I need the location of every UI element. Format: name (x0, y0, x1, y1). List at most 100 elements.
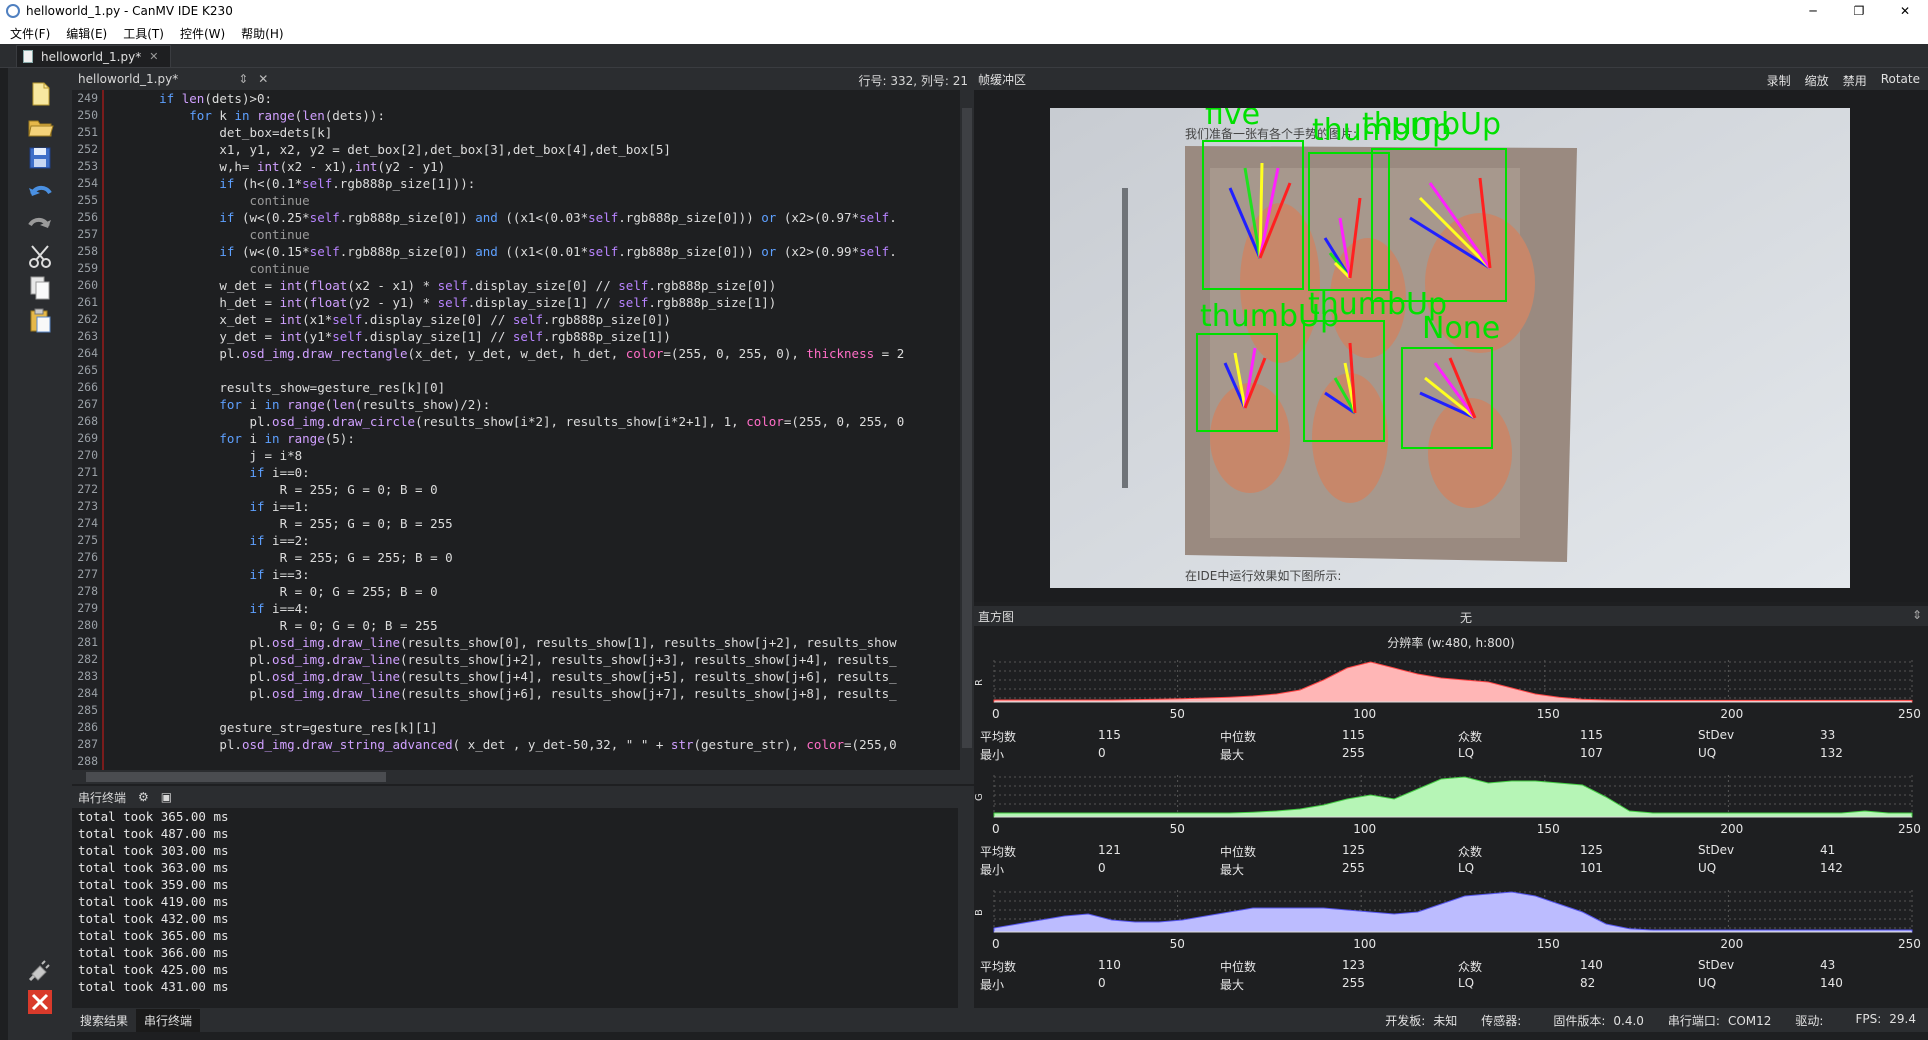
code-line[interactable] (114, 362, 946, 379)
serial-terminal-output[interactable]: total took 365.00 ms total took 487.00 ms… (72, 808, 974, 1008)
code-line[interactable]: continue (114, 226, 946, 243)
code-line[interactable]: continue (114, 260, 946, 277)
code-line[interactable]: w,h= int(x2 - x1),int(y2 - y1) (114, 158, 946, 175)
code-line[interactable]: for k in range(len(dets)): (114, 107, 946, 124)
code-line[interactable] (114, 753, 946, 770)
code-line[interactable]: R = 0; G = 0; B = 255 (114, 617, 946, 634)
copy-button[interactable] (24, 272, 56, 304)
code-line[interactable]: if (w<(0.25*self.rgb888p_size[0]) and ((… (114, 209, 946, 226)
code-line[interactable]: pl.osd_img.draw_circle(results_show[i*2]… (114, 413, 946, 430)
undo-button[interactable] (24, 176, 56, 208)
code-line[interactable]: x1, y1, x2, y2 = det_box[2],det_box[3],d… (114, 141, 946, 158)
code-line[interactable]: for i in range(5): (114, 430, 946, 447)
code-line[interactable]: results_show=gesture_res[k][0] (114, 379, 946, 396)
code-token: x1, y1, x2, y2 = det_box[2],det_box[3],d… (114, 142, 671, 157)
resolution-label: 分辨率 (w:480, h:800) (1387, 636, 1515, 650)
code-line[interactable]: j = i*8 (114, 447, 946, 464)
code-line[interactable]: if (h<(0.1*self.rgb888p_size[1])): (114, 175, 946, 192)
minimize-button[interactable]: ─ (1790, 0, 1836, 22)
code-line[interactable]: w_det = int(float(x2 - x1) * self.displa… (114, 277, 946, 294)
code-line[interactable]: if i==3: (114, 566, 946, 583)
menu-widgets[interactable]: 控件(W) (180, 25, 225, 42)
code-line[interactable]: if i==0: (114, 464, 946, 481)
redo-button[interactable] (24, 208, 56, 240)
code-line[interactable]: det_box=dets[k] (114, 124, 946, 141)
terminal-vertical-scrollbar[interactable] (958, 808, 974, 1008)
code-line[interactable]: if i==2: (114, 532, 946, 549)
code-line[interactable]: if (w<(0.15*self.rgb888p_size[0]) and ((… (114, 243, 946, 260)
open-file-button[interactable] (24, 110, 56, 142)
code-line[interactable]: R = 0; G = 255; B = 0 (114, 583, 946, 600)
rotate-button[interactable]: Rotate (1881, 72, 1920, 89)
code-token: int (279, 329, 303, 344)
code-line[interactable]: pl.osd_img.draw_line(results_show[0], re… (114, 634, 946, 651)
code-line[interactable]: pl.osd_img.draw_rectangle(x_det, y_det, … (114, 345, 946, 362)
code-line[interactable]: continue (114, 192, 946, 209)
code-line[interactable]: x_det = int(x1*self.display_size[0] // s… (114, 311, 946, 328)
code-line[interactable]: pl.osd_img.draw_line(results_show[j+4], … (114, 668, 946, 685)
close-tab-icon[interactable]: ✕ (149, 50, 158, 63)
stop-button[interactable] (24, 986, 56, 1018)
code-token: float (309, 295, 348, 310)
record-button[interactable]: 录制 (1767, 72, 1791, 89)
code-line[interactable]: if i==4: (114, 600, 946, 617)
code-token: self (588, 210, 619, 225)
connect-button[interactable] (24, 954, 56, 986)
code-line[interactable]: gesture_str=gesture_res[k][1] (114, 719, 946, 736)
zoom-button[interactable]: 缩放 (1805, 72, 1829, 89)
new-file-button[interactable] (24, 78, 56, 110)
file-tab[interactable]: helloworld_1.py* ✕ (16, 45, 172, 67)
code-token: osd_img (272, 414, 325, 429)
code-line[interactable]: R = 255; G = 0; B = 255 (114, 515, 946, 532)
paste-button[interactable] (24, 304, 56, 336)
menu-edit[interactable]: 编辑(E) (66, 25, 107, 42)
code-area[interactable]: if len(dets)>0: for k in range(len(dets)… (114, 90, 946, 770)
code-token: pl. (114, 414, 273, 429)
code-line[interactable]: y_det = int(y1*self.display_size[1] // s… (114, 328, 946, 345)
code-line[interactable]: pl.osd_img.draw_string_advanced( x_det ,… (114, 736, 946, 753)
code-token: osd_img (241, 737, 295, 752)
line-number: 266 (77, 380, 98, 394)
terminal-save-icon[interactable]: ▣ (161, 790, 172, 804)
file-tab-bar: helloworld_1.py* ✕ (0, 44, 1928, 68)
code-editor[interactable]: 249 250 251 252 253 254 255 256 257 258 259 260 261 2… (72, 90, 974, 770)
code-line[interactable] (114, 702, 946, 719)
code-line[interactable]: pl.osd_img.draw_line(results_show[j+2], … (114, 651, 946, 668)
close-document-icon[interactable]: ✕ (258, 72, 268, 86)
tab-serial-terminal[interactable]: 串行终端 (136, 1008, 201, 1032)
code-line[interactable]: R = 255; G = 255; B = 0 (114, 549, 946, 566)
close-button[interactable]: ✕ (1882, 0, 1928, 22)
save-button[interactable] (24, 142, 56, 174)
framebuffer-view[interactable]: 我们准备一张有各个手势的图片: 在IDE中运行效果如下图所示: five thu… (974, 90, 1928, 602)
colorspace-select[interactable]: 无 (1460, 609, 1472, 626)
code-line[interactable]: if i==1: (114, 498, 946, 515)
code-line[interactable]: R = 255; G = 0; B = 0 (114, 481, 946, 498)
line-number: 288 (77, 754, 98, 768)
code-line[interactable]: pl.osd_img.draw_line(results_show[j+6], … (114, 685, 946, 702)
menu-tools[interactable]: 工具(T) (123, 25, 164, 42)
code-line[interactable]: h_det = int(float(y2 - y1) * self.displa… (114, 294, 946, 311)
code-token: (results_show)/2): (354, 397, 491, 412)
code-line[interactable]: if len(dets)>0: (114, 90, 946, 107)
menu-file[interactable]: 文件(F) (10, 25, 50, 42)
terminal-line: total took 425.00 ms (78, 962, 229, 977)
code-token: draw_line (332, 686, 400, 701)
editor-vertical-scrollbar[interactable] (960, 90, 974, 770)
code-token: int (257, 159, 280, 174)
tab-search-results[interactable]: 搜索结果 (72, 1009, 136, 1032)
disable-button[interactable]: 禁用 (1843, 72, 1867, 89)
terminal-settings-icon[interactable]: ⚙ (138, 790, 149, 804)
select-arrow-icon[interactable]: ⇕ (1912, 608, 1922, 622)
code-token: osd_img (272, 652, 325, 667)
stat-mean: 115 (1098, 728, 1121, 742)
menu-help[interactable]: 帮助(H) (241, 25, 283, 42)
code-token: self (437, 295, 468, 310)
maximize-button[interactable]: ❐ (1836, 0, 1882, 22)
editor-horizontal-scrollbar[interactable] (72, 770, 974, 784)
editor-document-selector[interactable]: helloworld_1.py* (78, 72, 238, 86)
cut-button[interactable] (24, 240, 56, 272)
code-line[interactable]: for i in range(len(results_show)/2): (114, 396, 946, 413)
document-dropdown-icon[interactable]: ⇕ (238, 72, 248, 86)
